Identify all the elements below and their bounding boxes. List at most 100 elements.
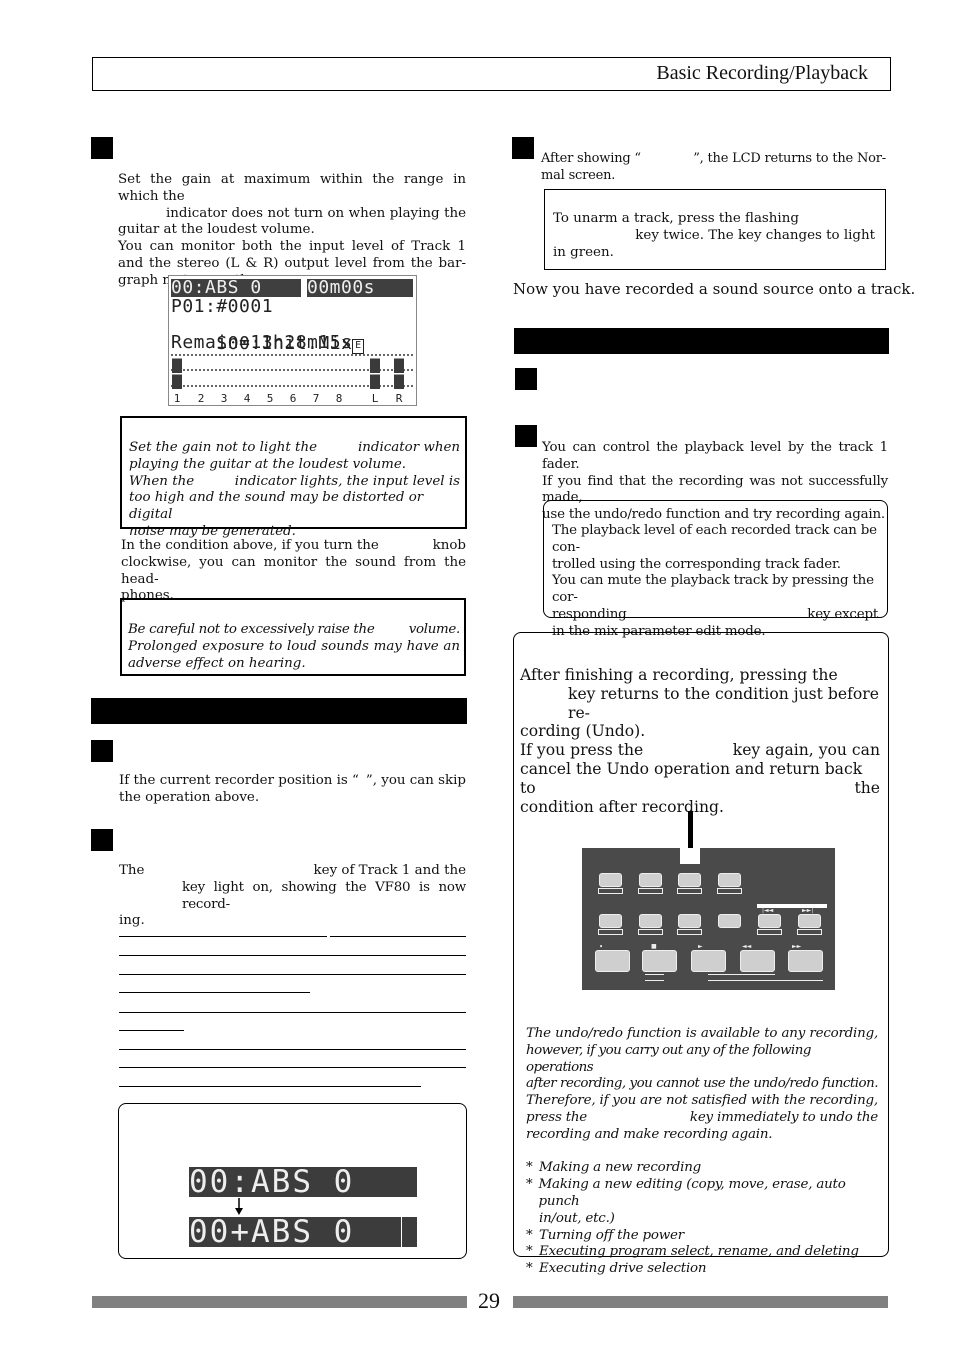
step-marker — [515, 368, 537, 390]
header-title: Basic Recording/Playback — [656, 62, 868, 84]
text-line: The playback level of each recorded trac… — [552, 523, 877, 555]
panel-notch — [680, 848, 700, 864]
meter-bar-gap — [394, 373, 404, 375]
text-line: If you press the key again, you can — [520, 741, 880, 760]
text-line: The key of Track 1 and the — [119, 863, 466, 878]
rewind-icon: ◄◄ — [742, 943, 752, 950]
undo-exceptions-list: * Making a new recording * Making a new edi… — [526, 1160, 878, 1278]
text-line: Therefore, if you are not satisfied with… — [526, 1093, 878, 1109]
play-icon: ► — [698, 943, 703, 950]
bullet: * — [526, 1160, 533, 1176]
level-meters: 1 2 3 4 5 6 7 8 L R — [171, 354, 414, 405]
lcd-before: 00:ABS 0 — [189, 1167, 417, 1198]
key-label — [638, 888, 663, 894]
text-line: indicator does not turn on when playing … — [166, 205, 466, 221]
panel-line — [708, 974, 775, 975]
meter-label-3: 3 — [221, 392, 228, 405]
meter-label-5: 5 — [267, 392, 274, 405]
text-line: key returns to the condition just before… — [568, 684, 879, 722]
list-item: * Turning off the power — [526, 1228, 878, 1245]
list-item: * Executing drive selection — [526, 1261, 878, 1278]
text-line: guitar at the loudest volume. — [118, 222, 315, 238]
meter-bar-gap — [394, 357, 404, 359]
section-header-bar — [514, 328, 889, 354]
key-label — [677, 929, 702, 935]
text-line: condition after recording. — [520, 797, 724, 816]
text-line: trolled using the corresponding track fa… — [552, 556, 841, 572]
text-line: cancel the Undo operation and return bac… — [520, 759, 880, 797]
panel-key — [718, 914, 741, 928]
text-line: After finishing a recording, pressing th… — [520, 666, 838, 684]
panel-line — [645, 980, 664, 981]
divider-line — [119, 1012, 466, 1013]
meter-label-8: 8 — [336, 392, 343, 405]
control-panel-illustration: |◄◄ ►►| • ■ ► ◄◄ ►► — [582, 848, 835, 990]
text-line: after recording, you cannot use the undo… — [526, 1076, 879, 1092]
bullet — [526, 1211, 539, 1228]
text-line: If the current recorder position is “”, … — [119, 773, 466, 788]
fast-forward-icon: ►► — [792, 943, 802, 950]
list-item-text: Executing program select, rename, and de… — [539, 1244, 859, 1260]
step-marker — [512, 137, 534, 159]
text-line: Set the gain not to light the indicator w… — [129, 440, 460, 455]
fast-forward-key — [788, 950, 823, 972]
panel-key — [599, 873, 622, 887]
playback-note: The playback level of each recorded trac… — [543, 500, 888, 639]
meter-bar-gap — [172, 373, 182, 375]
text-line: Prolonged exposure to loud sounds may ha… — [128, 638, 460, 654]
divider-line — [119, 1030, 184, 1031]
key-label — [598, 888, 623, 894]
divider-line — [119, 974, 466, 975]
next-icon: ►►| — [802, 907, 814, 914]
text-line: The undo/redo function is available to a… — [526, 1026, 878, 1041]
list-item-text: in/out, etc.) — [539, 1210, 615, 1226]
footer-bar-left — [92, 1296, 467, 1308]
note-gain: Set the gain not to light the indicator w… — [120, 416, 467, 539]
list-item: in/out, etc.) — [526, 1211, 878, 1228]
lcd-remain: Remain=13h28m15s — [171, 332, 353, 353]
rewind-key — [740, 950, 775, 972]
page-header: Basic Recording/Playback — [92, 57, 891, 91]
text-line: responding key except — [552, 606, 878, 622]
text-line: too high and the sound may be distorted … — [129, 490, 424, 523]
undo-redo-key — [678, 873, 701, 887]
divider-line — [119, 1067, 466, 1068]
list-item-text: Turning off the power — [539, 1227, 684, 1243]
lcd-position: 00:ABS 0 — [171, 278, 301, 297]
divider-line — [119, 992, 310, 993]
rec-key — [595, 950, 630, 972]
recording-paragraph: The key of Track 1 and the key light on, … — [119, 863, 466, 930]
bullet: * — [526, 1177, 533, 1193]
lcd-cursor — [401, 1217, 402, 1247]
undo-note: The undo/redo function is available to a… — [526, 1026, 879, 1278]
step-marker — [515, 425, 537, 447]
list-item-text: Making a new editing (copy, move, erase,… — [538, 1177, 846, 1209]
footer-bar-right — [513, 1296, 888, 1308]
play-key — [691, 950, 726, 972]
text-line: press the key immediately to undo the — [526, 1109, 878, 1125]
text-line: the operation above. — [119, 789, 260, 805]
panel-key — [718, 873, 741, 887]
lcd-time: 00m00s — [307, 278, 413, 297]
text-line: In the condition above, if you turn the k… — [121, 538, 466, 553]
page-number: 29 — [478, 1288, 500, 1313]
key-label — [598, 929, 623, 935]
text-line: clockwise, you can monitor the sound fro… — [121, 554, 466, 587]
text-line: key twice. The key changes to light — [635, 227, 875, 243]
text-line: key light on, showing the VF80 is now re… — [182, 879, 466, 912]
text-line: After showing “”, the LCD returns to the… — [541, 151, 886, 166]
text-line: When the indicator lights, the input leve… — [129, 473, 460, 489]
lcd-screen: 00:ABS 0 00m00s P01:#0001 S00:Init.Mix E … — [168, 275, 417, 406]
step-marker — [91, 740, 113, 762]
meter-label-1: 1 — [174, 392, 181, 405]
bullet: * — [526, 1261, 533, 1277]
text-line: To unarm a track, press the flashing — [553, 211, 799, 226]
section-header-bar — [91, 698, 467, 724]
text-line: mal screen. — [541, 167, 616, 183]
text-line: in green. — [553, 244, 614, 260]
edit-icon: E — [352, 338, 365, 354]
divider-line — [119, 936, 327, 937]
step-marker — [91, 137, 113, 159]
recorded-statement: Now you have recorded a sound source ont… — [513, 280, 916, 298]
meter-label-4: 4 — [244, 392, 251, 405]
